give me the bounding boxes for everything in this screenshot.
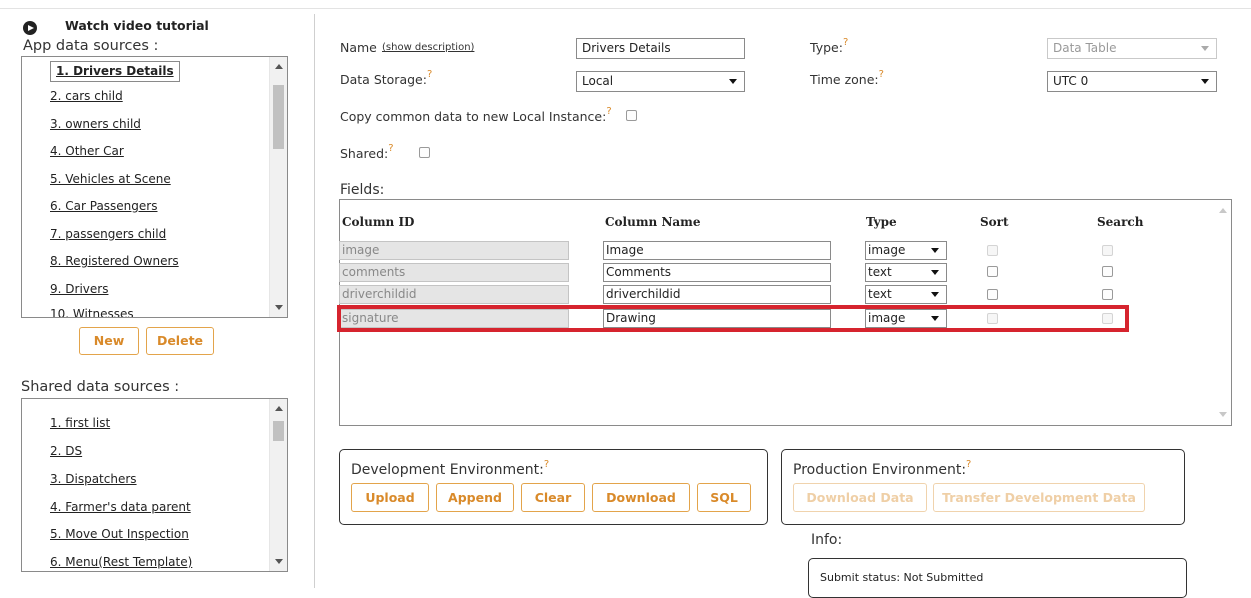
chevron-down-icon <box>931 270 939 275</box>
help-icon[interactable]: ? <box>427 69 432 80</box>
column-name-input[interactable]: Comments <box>603 263 831 282</box>
name-input[interactable]: Drivers Details <box>576 38 745 59</box>
name-label: Name <box>340 40 377 55</box>
list-item[interactable]: 5. Move Out Inspection <box>50 527 189 541</box>
column-name-input[interactable]: driverchildid <box>603 285 831 304</box>
list-item[interactable]: 2. DS <box>50 444 82 458</box>
scroll-up-icon[interactable] <box>1219 208 1227 213</box>
upload-button[interactable]: Upload <box>351 483 429 512</box>
column-id-field: comments <box>339 263 569 282</box>
list-item[interactable]: 10. Witnesses <box>50 307 134 317</box>
list-item[interactable]: 1. Drivers Details <box>50 61 180 82</box>
list-item[interactable]: 1. first list <box>50 416 110 430</box>
development-environment-title: Development Environment:? <box>351 459 550 478</box>
copy-common-checkbox[interactable] <box>626 110 637 121</box>
search-checkbox[interactable] <box>1102 289 1113 300</box>
shared-checkbox[interactable] <box>419 147 430 158</box>
list-item[interactable]: 5. Vehicles at Scene <box>50 172 171 186</box>
timezone-label: Time zone:? <box>810 69 884 87</box>
new-button[interactable]: New <box>79 327 139 355</box>
info-panel: Submit status: Not Submitted <box>808 558 1187 598</box>
timezone-select[interactable]: UTC 0 <box>1047 71 1217 92</box>
chevron-down-icon <box>1201 46 1209 51</box>
list-item[interactable]: 6. Menu(Rest Template) <box>50 555 192 569</box>
panel-divider <box>314 14 315 588</box>
column-id-field: image <box>339 241 569 260</box>
help-icon[interactable]: ? <box>388 143 393 154</box>
search-header: Search <box>1097 215 1144 229</box>
play-icon[interactable] <box>23 21 37 35</box>
list-item[interactable]: 6. Car Passengers <box>50 199 157 213</box>
list-item[interactable]: 4. Other Car <box>50 144 124 158</box>
scroll-thumb[interactable] <box>273 85 284 149</box>
storage-label: Data Storage:? <box>340 69 433 87</box>
app-sources-list[interactable]: 1. Drivers Details 2. cars child 3. owne… <box>21 56 288 318</box>
list-item[interactable]: 2. cars child <box>50 89 123 103</box>
scroll-down-icon[interactable] <box>275 305 283 310</box>
search-checkbox[interactable] <box>1102 266 1113 277</box>
sql-button[interactable]: SQL <box>697 483 751 512</box>
help-icon[interactable]: ? <box>966 459 971 470</box>
app-sources-title: App data sources : <box>23 38 159 54</box>
chevron-down-icon <box>1201 79 1209 84</box>
chevron-down-icon <box>729 79 737 84</box>
app-sources-scrollbar[interactable] <box>269 57 287 317</box>
submit-status-text: Submit status: Not Submitted <box>820 571 984 584</box>
shared-sources-title: Shared data sources : <box>21 379 180 395</box>
fields-scrollbar[interactable] <box>1214 200 1231 425</box>
production-environment-title: Production Environment:? <box>793 459 972 478</box>
scroll-down-icon[interactable] <box>1219 412 1227 417</box>
type-select[interactable]: text <box>865 285 947 304</box>
info-label: Info: <box>811 532 843 548</box>
copy-common-label: Copy common data to new Local Instance:? <box>340 106 612 124</box>
type-header: Type <box>866 215 897 229</box>
help-icon[interactable]: ? <box>606 106 611 117</box>
top-divider <box>0 8 1251 9</box>
type-select: Data Table <box>1047 38 1217 59</box>
search-checkbox <box>1102 245 1113 256</box>
append-button[interactable]: Append <box>436 483 514 512</box>
scroll-up-icon[interactable] <box>275 406 283 411</box>
type-select[interactable]: image <box>865 241 947 260</box>
sort-checkbox[interactable] <box>987 266 998 277</box>
list-item[interactable]: 8. Registered Owners <box>50 254 179 268</box>
sort-header: Sort <box>980 215 1009 229</box>
list-item[interactable]: 3. Dispatchers <box>50 472 137 486</box>
chevron-down-icon <box>931 292 939 297</box>
show-description-link[interactable]: (show description) <box>382 42 474 53</box>
column-id-header: Column ID <box>342 215 415 229</box>
help-icon[interactable]: ? <box>879 69 884 80</box>
scroll-up-icon[interactable] <box>275 64 283 69</box>
transfer-development-data-button: Transfer Development Data <box>933 483 1145 512</box>
download-button[interactable]: Download <box>592 483 690 512</box>
help-icon[interactable]: ? <box>843 37 848 48</box>
list-item[interactable]: 4. Farmer's data parent <box>50 500 191 514</box>
delete-button[interactable]: Delete <box>146 327 214 355</box>
help-icon[interactable]: ? <box>544 459 549 470</box>
download-data-button: Download Data <box>793 483 927 512</box>
sort-checkbox <box>987 245 998 256</box>
scroll-down-icon[interactable] <box>275 559 283 564</box>
scroll-thumb[interactable] <box>273 421 284 441</box>
list-item[interactable]: 9. Drivers <box>50 282 108 296</box>
shared-sources-scrollbar[interactable] <box>269 399 287 571</box>
sort-checkbox[interactable] <box>987 289 998 300</box>
shared-label: Shared:? <box>340 143 394 161</box>
list-item[interactable]: 7. passengers child <box>50 227 166 241</box>
type-select[interactable]: text <box>865 263 947 282</box>
list-item[interactable]: 3. owners child <box>50 117 141 131</box>
storage-select[interactable]: Local <box>576 71 745 92</box>
column-id-field: driverchildid <box>339 285 569 304</box>
type-label: Type:? <box>810 37 849 55</box>
fields-title: Fields: <box>340 182 385 198</box>
shared-sources-list[interactable]: 1. first list 2. DS 3. Dispatchers 4. Fa… <box>21 398 288 572</box>
video-tutorial-link[interactable]: Watch video tutorial <box>65 18 209 33</box>
column-name-input[interactable]: Image <box>603 241 831 260</box>
chevron-down-icon <box>931 248 939 253</box>
highlight-box <box>337 305 1129 332</box>
clear-button[interactable]: Clear <box>521 483 585 512</box>
column-name-header: Column Name <box>605 215 701 229</box>
